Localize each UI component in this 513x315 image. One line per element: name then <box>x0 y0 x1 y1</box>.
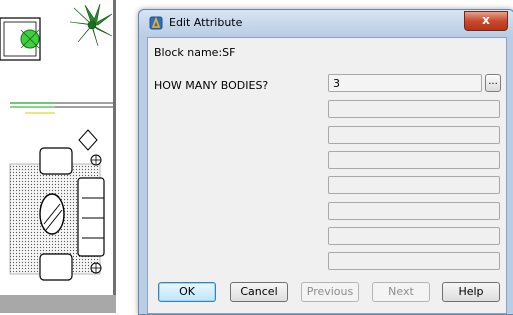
previous-button[interactable]: Previous <box>301 282 359 302</box>
next-button[interactable]: Next <box>372 282 430 302</box>
cad-drawing-area[interactable] <box>0 0 146 313</box>
attribute-prompt-label: HOW MANY BODIES? <box>154 79 269 92</box>
chair-top <box>39 147 73 175</box>
cad-floorplan <box>0 0 146 313</box>
empty-attribute-field[interactable] <box>328 126 500 144</box>
empty-attribute-field[interactable] <box>328 100 500 118</box>
autocad-icon <box>149 16 163 30</box>
close-icon: x <box>482 13 490 27</box>
palm-plant <box>69 3 113 47</box>
empty-attribute-field[interactable] <box>328 252 500 270</box>
dialog-titlebar[interactable]: Edit Attribute x <box>139 10 513 36</box>
empty-attribute-field[interactable] <box>328 151 500 169</box>
edit-attribute-dialog: Edit Attribute x Block name:SF HOW MANY … <box>138 9 513 315</box>
sofa <box>77 177 105 257</box>
empty-attribute-field[interactable] <box>328 176 500 194</box>
chair-bottom <box>39 253 73 281</box>
attribute-value-field[interactable]: 3 <box>328 74 482 92</box>
ellipsis-button[interactable]: ... <box>485 74 501 92</box>
attribute-value-text: 3 <box>333 77 340 90</box>
cancel-button[interactable]: Cancel <box>230 282 288 302</box>
ellipsis-label: ... <box>488 76 498 87</box>
help-button[interactable]: Help <box>442 282 500 302</box>
empty-attribute-field[interactable] <box>328 202 500 220</box>
dialog-title: Edit Attribute <box>169 16 243 29</box>
dialog-client-area: Block name:SF HOW MANY BODIES? 3 ... OK … <box>147 37 507 314</box>
block-name-label: Block name:SF <box>154 46 236 59</box>
close-button[interactable]: x <box>464 11 508 31</box>
empty-attribute-field[interactable] <box>328 227 500 245</box>
ok-button[interactable]: OK <box>158 282 216 302</box>
